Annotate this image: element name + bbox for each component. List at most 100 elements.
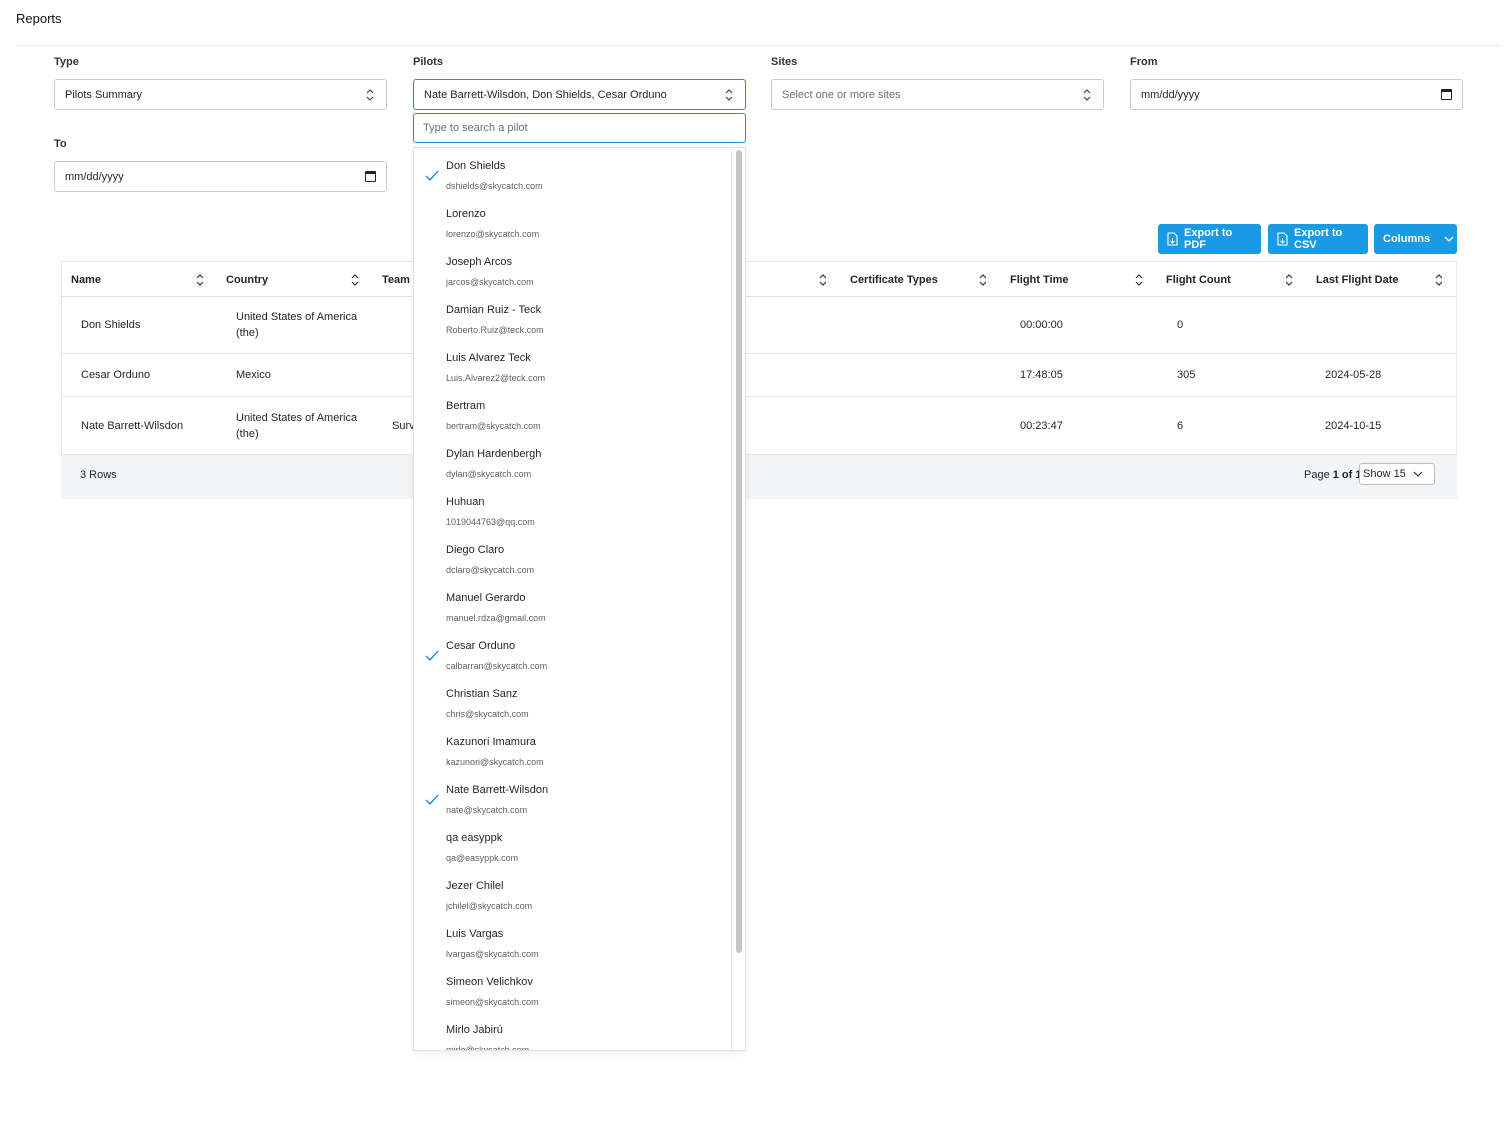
type-select[interactable]: Pilots Summary [54,79,387,110]
pilot-option-name: Luis Alvarez Teck [446,352,531,364]
pilot-option[interactable]: Christian Sanz chris@skycatch.com [414,680,732,728]
cell-country-line1: United States of America [236,411,358,424]
chevron-down-icon [1444,233,1454,245]
pilot-option[interactable]: Nate Barrett-Wilsdon nate@skycatch.com [414,776,732,824]
pilots-select-value: Nate Barrett-Wilsdon, Don Shields, Cesar… [424,88,667,101]
cell-flight-time: 17:48:05 [1020,369,1063,381]
to-date-value: mm/dd/yyyy [65,170,124,183]
sites-select-placeholder: Select one or more sites [782,88,901,101]
page-size-value: Show 15 [1363,468,1406,480]
pilot-option-email: 1019044763@qq.com [446,517,535,527]
pilot-option-email: jchilel@skycatch.com [446,901,533,911]
pilot-option[interactable]: Lorenzo lorenzo@skycatch.com [414,200,732,248]
sort-icon[interactable] [1134,273,1144,287]
page-title: Reports [16,11,62,26]
sites-label: Sites [771,56,798,68]
pilot-option-name: qa easyppk [446,832,503,844]
from-date-input[interactable]: mm/dd/yyyy [1130,79,1463,110]
page-current: 1 of 1 [1332,469,1362,481]
sort-icon[interactable] [195,273,205,287]
columns-button[interactable]: Columns [1374,224,1457,254]
cell-last-flight-date: 2024-10-15 [1325,419,1382,432]
pilot-option-name: Cesar Orduno [446,640,516,652]
column-header-certificate-types[interactable]: Certificate Types [850,262,938,298]
page-prefix: Page [1304,469,1333,481]
table-row[interactable]: Cesar Orduno Mexico 17:48:05 305 2024-05… [61,354,1457,397]
pilot-option-email: dylan@skycatch.com [446,469,532,479]
pilots-label: Pilots [413,56,443,68]
sort-icon[interactable] [978,273,988,287]
pilot-option[interactable]: qa easyppk qa@easyppk.com [414,824,732,872]
pilot-option[interactable]: Bertram bertram@skycatch.com [414,392,732,440]
from-date-value: mm/dd/yyyy [1141,88,1200,101]
column-header-name[interactable]: Name [71,262,101,298]
export-pdf-button[interactable]: Export to PDF [1158,224,1261,254]
pilot-option[interactable]: Luis Vargas lvargas@skycatch.com [414,920,732,968]
sort-icon[interactable] [818,273,828,287]
cell-team: Surv [392,419,415,432]
pilot-option-name: Lorenzo [446,208,486,220]
updown-chevron-icon [723,87,735,103]
pilot-option-name: Nate Barrett-Wilsdon [446,784,549,796]
pilot-option[interactable]: Jezer Chilel jchilel@skycatch.com [414,872,732,920]
type-select-value: Pilots Summary [65,88,143,101]
pilot-option[interactable]: Damian Ruiz - Teck Roberto.Ruiz@teck.com [414,296,732,344]
calendar-icon[interactable] [1441,89,1452,100]
file-export-icon [1277,232,1288,246]
column-header-team[interactable]: Team [382,262,410,298]
pilot-option-name: Kazunori Imamura [446,736,536,748]
pilot-option-name: Christian Sanz [446,688,518,700]
pilot-option[interactable]: Huhuan 1019044763@qq.com [414,488,732,536]
pilots-summary-table: Name Country Team Certificate Types Flig… [61,261,1457,499]
pilot-option-email: dclaro@skycatch.com [446,565,535,575]
pilot-option-name: Don Shields [446,160,506,172]
export-pdf-label: Export to PDF [1184,227,1233,251]
title-divider [16,45,1501,46]
pilot-option-email: qa@easyppk.com [446,853,519,863]
column-header-flight-time[interactable]: Flight Time [1010,262,1068,298]
pilot-option-name: Luis Vargas [446,928,504,940]
cell-name: Don Shields [81,319,141,331]
pilot-search-input[interactable] [413,113,746,143]
from-label: From [1130,56,1158,68]
pilot-option-name: Manuel Gerardo [446,592,526,604]
scrollbar-thumb[interactable] [736,150,742,953]
export-csv-button[interactable]: Export to CSV [1268,224,1368,254]
sort-icon[interactable] [1284,273,1294,287]
scrollbar[interactable] [731,148,745,1050]
pilot-option[interactable]: Simeon Velichkov simeon@skycatch.com [414,968,732,1016]
sort-icon[interactable] [350,273,360,287]
pilot-option[interactable]: Don Shields dshields@skycatch.com [414,152,732,200]
type-label: Type [54,56,79,68]
page-size-select[interactable]: Show 15 [1359,463,1435,485]
pilot-option[interactable]: Mirlo Jabirú mirlo@skycatch.com [414,1016,732,1050]
cell-flight-count: 6 [1177,419,1184,432]
pilot-option[interactable]: Joseph Arcos jarcos@skycatch.com [414,248,732,296]
table-row[interactable]: Don Shields United States of America (th… [61,297,1457,354]
sites-select[interactable]: Select one or more sites [771,79,1104,110]
pilot-option-email: bertram@skycatch.com [446,421,541,431]
table-header: Name Country Team Certificate Types Flig… [61,261,1457,297]
column-header-last-flight-date[interactable]: Last Flight Date [1316,262,1399,298]
to-date-input[interactable]: mm/dd/yyyy [54,161,387,192]
pilot-option-email: Roberto.Ruiz@teck.com [446,325,544,335]
pilot-option-email: simeon@skycatch.com [446,997,539,1007]
pilot-option[interactable]: Dylan Hardenbergh dylan@skycatch.com [414,440,732,488]
pilot-option-name: Bertram [446,400,486,412]
column-header-flight-count[interactable]: Flight Count [1166,262,1231,298]
calendar-icon[interactable] [365,171,376,182]
cell-country: United States of America (the) [236,297,357,353]
pilots-select[interactable]: Nate Barrett-Wilsdon, Don Shields, Cesar… [413,79,746,110]
cell-name: Nate Barrett-Wilsdon [81,419,184,432]
pilot-option[interactable]: Cesar Orduno calbarran@skycatch.com [414,632,732,680]
column-header-country[interactable]: Country [226,262,268,298]
pilot-option[interactable]: Manuel Gerardo manuel.rdza@gmail.com [414,584,732,632]
pilot-option[interactable]: Kazunori Imamura kazunori@skycatch.com [414,728,732,776]
pilot-search-field[interactable] [423,122,736,134]
pilot-options-list[interactable]: Mirlo Jabirú mirlo@skycatch.com Simeon Vel… [413,147,746,1051]
pilot-option[interactable]: Luis Alvarez Teck Luis.Alvarez2@teck.com [414,344,732,392]
pilot-option-name: Dylan Hardenbergh [446,448,542,460]
pilot-option[interactable]: Diego Claro dclaro@skycatch.com [414,536,732,584]
sort-icon[interactable] [1434,273,1444,287]
table-row[interactable]: Nate Barrett-Wilsdon United States of Am… [61,397,1457,455]
